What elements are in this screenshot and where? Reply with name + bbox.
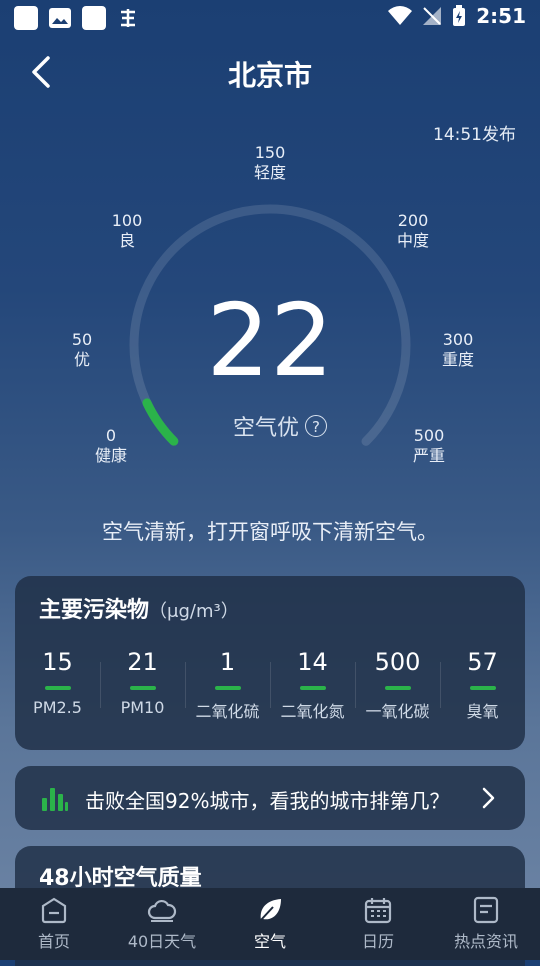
pollutants-unit: （μg/m³）: [149, 601, 239, 622]
nav-news-label: 热点资讯: [453, 932, 518, 951]
notification-icon: [82, 6, 106, 30]
pollutant-name: PM10: [120, 698, 165, 717]
battery-charging-icon: [453, 5, 466, 26]
bottom-nav: 首页 40日天气 空气 日历 热点资讯: [0, 888, 540, 960]
header: 北京市: [0, 40, 540, 104]
pollutant-value: 14: [297, 648, 328, 676]
page-title: 北京市: [227, 59, 312, 92]
city-rank-banner[interactable]: 击败全国92%城市，看我的城市排第几？: [15, 766, 525, 830]
calendar-icon: [364, 898, 392, 924]
tick-300: 300 重度: [441, 330, 474, 369]
help-icon[interactable]: ?: [305, 415, 327, 437]
city-rank-text: 击败全国92%城市，看我的城市排第几？: [85, 789, 450, 813]
pollutant-value: 57: [467, 648, 498, 676]
nav-air[interactable]: 空气: [216, 888, 324, 960]
tick-150: 150 轻度: [253, 143, 286, 182]
pollutant-value: 15: [42, 648, 73, 676]
nav-news[interactable]: 热点资讯: [432, 888, 540, 960]
bug-icon: [121, 9, 135, 27]
pollutant-so2[interactable]: 1 二氧化硫: [185, 646, 270, 736]
nav-air-label: 空气: [253, 932, 286, 951]
pollutant-value: 1: [219, 648, 236, 676]
pollutant-level-bar: [299, 686, 326, 690]
pollutant-level-bar: [384, 686, 411, 690]
news-icon: [473, 896, 499, 924]
notification-icons: [14, 6, 140, 30]
nav-calendar-label: 日历: [361, 932, 394, 951]
pollutant-co[interactable]: 500 一氧化碳: [355, 646, 440, 736]
aqi-level[interactable]: 空气优 ?: [220, 410, 340, 442]
bar-chart-icon: [42, 788, 68, 811]
publish-time: 14:51发布: [433, 125, 516, 145]
aqi-value: 22: [206, 282, 334, 399]
tick-0: 0 健康: [94, 426, 127, 465]
leaf-icon: [260, 899, 281, 921]
tick-100: 100 良: [111, 211, 143, 250]
chevron-right-icon: [482, 787, 495, 809]
pollutant-list: 15 PM2.5 21 PM10 1 二氧化硫 14 二氧化氮 500 一氧化碳 57 臭氧: [15, 646, 525, 736]
pollutant-name: PM2.5: [33, 698, 82, 717]
pollutant-no2[interactable]: 14 二氧化氮: [270, 646, 355, 736]
tick-50: 50 优: [71, 330, 93, 369]
nav-calendar[interactable]: 日历: [324, 888, 432, 960]
pollutant-o3[interactable]: 57 臭氧: [440, 646, 525, 736]
pollutant-name: 二氧化硫: [195, 702, 260, 721]
wifi-icon: [388, 6, 413, 26]
pollutant-name: 臭氧: [466, 702, 499, 721]
home-icon: [41, 897, 67, 924]
air-advice: 空气清新，打开窗呼吸下清新空气。: [102, 520, 438, 544]
image-icon: [49, 8, 71, 28]
nav-40day-label: 40日天气: [127, 932, 197, 951]
pollutant-value: 21: [127, 648, 158, 676]
aqi-level-label: 空气优: [232, 416, 299, 441]
pollutant-level-bar: [469, 686, 496, 690]
status-bar: 2:51: [0, 0, 540, 36]
tick-200: 200 中度: [396, 211, 429, 250]
no-signal-icon: [423, 7, 442, 25]
pollutant-pm10[interactable]: 21 PM10: [100, 646, 185, 736]
pollutant-value: 500: [374, 648, 421, 676]
system-icons: 2:51: [388, 4, 526, 28]
notification-icon: [14, 6, 38, 30]
pollutants-card: 主要污染物（μg/m³） 15 PM2.5 21 PM10 1 二氧化硫 14 二氧化氮…: [15, 576, 525, 750]
pollutant-pm25[interactable]: 15 PM2.5: [15, 646, 100, 736]
pollutant-level-bar: [214, 686, 241, 690]
pollutant-level-bar: [44, 686, 71, 690]
nav-home[interactable]: 首页: [0, 888, 108, 960]
nav-home-label: 首页: [37, 932, 70, 951]
nav-40day[interactable]: 40日天气: [108, 888, 216, 960]
pollutants-title: 主要污染物（μg/m³）: [39, 592, 239, 624]
pollutant-name: 一氧化碳: [365, 702, 430, 721]
clock: 2:51: [476, 4, 526, 28]
pollutants-title-text: 主要污染物: [39, 598, 150, 623]
pollutant-name: 二氧化氮: [280, 702, 345, 721]
pollutant-level-bar: [129, 686, 156, 690]
cloud-icon: [147, 899, 177, 922]
tick-500: 500 严重: [412, 426, 445, 465]
